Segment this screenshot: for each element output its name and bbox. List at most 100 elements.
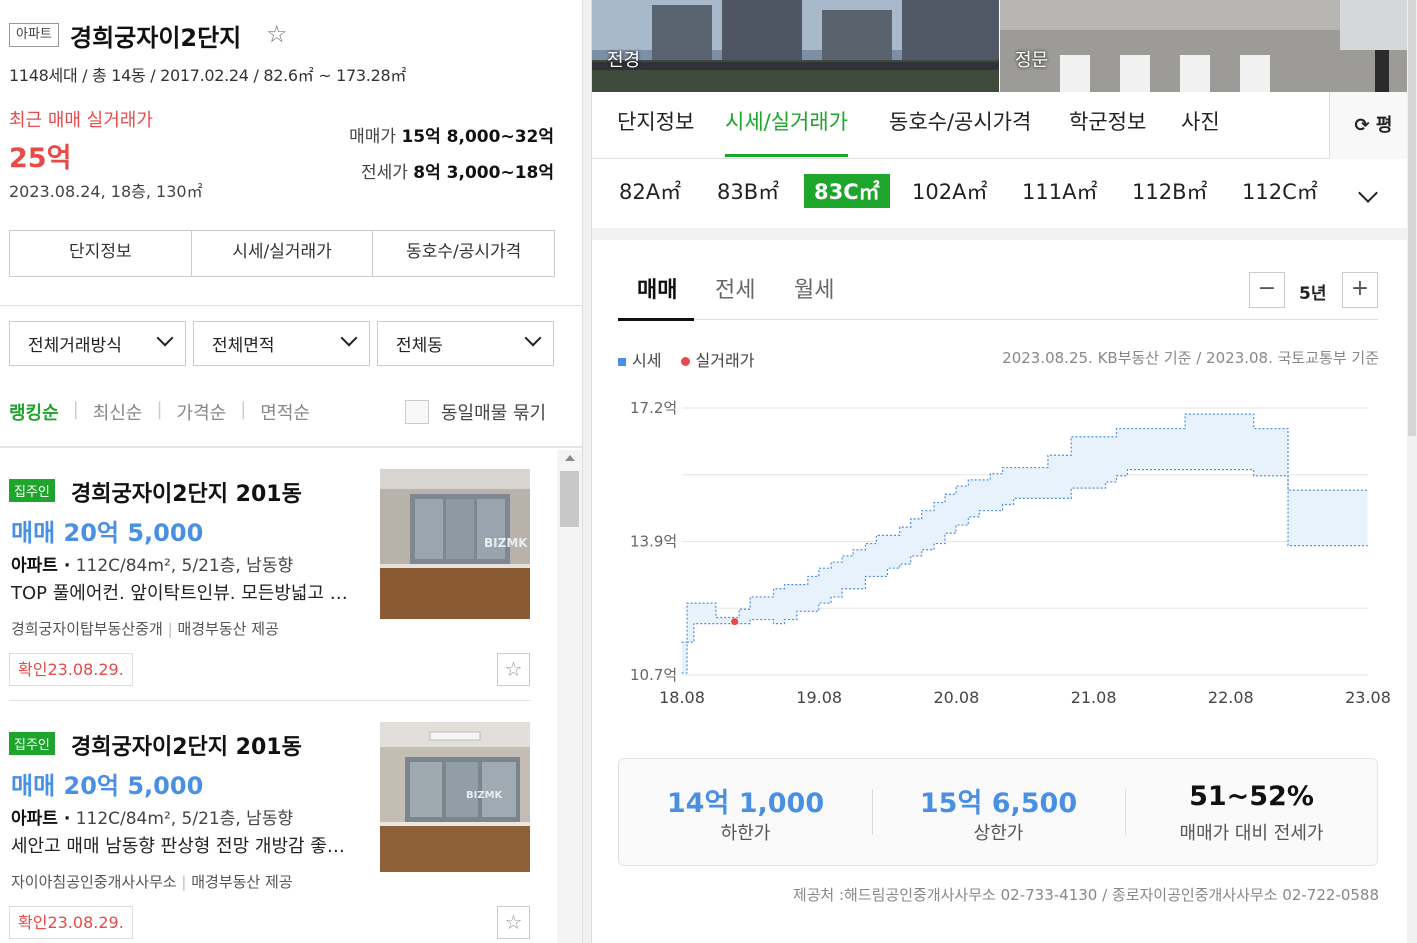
room-photo-image: BIZMK <box>380 469 530 619</box>
provider-name: 매경부동산 제공 <box>177 620 279 638</box>
page-scrollbar[interactable] <box>1407 0 1417 943</box>
area-option[interactable]: 111A㎡ <box>1012 174 1107 208</box>
summary-value: 15억 6,500 <box>919 788 1078 819</box>
area-option[interactable]: 82A㎡ <box>609 174 691 208</box>
market-price-lower-line <box>681 469 1368 674</box>
area-option-selected[interactable]: 83C㎡ <box>804 174 890 208</box>
dropdown-label: 전체면적 <box>212 336 275 356</box>
confirm-date-badge: 확인23.08.29. <box>9 653 133 686</box>
area-option[interactable]: 102A㎡ <box>902 174 997 208</box>
price-chart[interactable]: 17.2억 13.9억 10.7억 18.08 19.08 20.08 21.08 22.08… <box>618 390 1393 720</box>
tab-monthly-rent[interactable]: 월세 <box>794 272 834 318</box>
legend-actual-swatch <box>680 357 690 366</box>
listing-spec: 아파트 · 112C/84m², 5/21층, 남동향 <box>11 551 293 576</box>
sort-latest[interactable]: 최신순 <box>93 399 157 425</box>
listing-spec-detail: 112C/84m², 5/21층, 남동향 <box>70 556 294 576</box>
tab-complex-info[interactable]: 단지정보 <box>617 106 694 154</box>
unit-toggle-button[interactable]: ⟳ 평 <box>1329 92 1417 159</box>
x-tick-label: 22.08 <box>1208 688 1254 707</box>
agency-name[interactable]: 자이아침공인중개사사무소 <box>11 873 177 891</box>
y-tick-label: 10.7억 <box>630 666 677 684</box>
sort-area[interactable]: 면적순 <box>260 399 324 425</box>
separator: | <box>72 399 79 420</box>
x-tick-label: 19.08 <box>796 688 842 707</box>
actual-trade-point <box>731 618 739 626</box>
chevron-down-icon <box>524 329 542 347</box>
listing-photo[interactable]: BIZMK <box>380 469 530 619</box>
sale-price-range: 매매가 15억 8,000~32억 <box>349 122 554 147</box>
photo-exterior[interactable]: 전경 <box>592 0 999 92</box>
scroll-thumb[interactable] <box>1408 0 1416 436</box>
area-dropdown[interactable]: 전체면적 <box>193 321 370 366</box>
owner-badge: 집주인 <box>9 732 55 755</box>
tab-jeonse[interactable]: 전세 <box>715 272 755 318</box>
photo-main-gate[interactable]: 정문 <box>1000 0 1417 92</box>
complex-meta: 1148세대 / 총 14동 / 2017.02.24 / 82.6㎡ ~ 17… <box>9 66 407 85</box>
dropdown-label: 전체거래방식 <box>28 336 122 356</box>
area-option[interactable]: 83B㎡ <box>707 174 789 208</box>
sort-ranking[interactable]: 랭킹순 <box>9 399 73 425</box>
sale-price-label: 매매가 <box>349 127 397 147</box>
jeonse-price-label: 전세가 <box>360 163 408 183</box>
group-same-listings-checkbox[interactable] <box>405 400 429 424</box>
complex-info-button[interactable]: 단지정보 <box>10 231 192 276</box>
summary-high: 15억 6,500 상한가 <box>872 759 1125 865</box>
tab-unit-price[interactable]: 동호수/공시가격 <box>889 106 1031 154</box>
section-divider <box>592 228 1417 240</box>
trade-type-dropdown[interactable]: 전체거래방식 <box>9 321 186 366</box>
x-tick-label: 23.08 <box>1345 688 1391 707</box>
price-history-button[interactable]: 시세/실거래가 <box>192 231 374 276</box>
listing-description: 세안고 매매 남동향 판상형 전망 개방감 좋은 세대 <box>11 836 361 857</box>
listing-item[interactable]: 집주인 경희궁자이2단지 201동 매매 20억 5,000 아파트 · 112… <box>9 469 549 716</box>
agency-name[interactable]: 경희궁자이탑부동산중개 <box>11 620 163 638</box>
unit-price-button[interactable]: 동호수/공시가격 <box>373 231 554 276</box>
tab-price-history[interactable]: 시세/실거래가 <box>725 106 848 157</box>
period-decrease-button[interactable]: − <box>1249 272 1285 308</box>
jeonse-price-range: 전세가 8억 3,000~18억 <box>361 158 554 183</box>
photo-watermark: BIZMK <box>484 536 528 550</box>
tab-sale[interactable]: 매매 <box>618 272 695 321</box>
area-option[interactable]: 112B㎡ <box>1122 174 1218 208</box>
building-dropdown[interactable]: 전체동 <box>377 321 554 366</box>
tab-photos[interactable]: 사진 <box>1181 106 1220 154</box>
unit-label: 평 <box>1375 115 1393 136</box>
legend-market-swatch <box>618 357 626 366</box>
listing-description: TOP 풀에어컨. 앞이탁트인뷰. 모든방넓고 채광좋음 <box>11 583 361 604</box>
listing-title[interactable]: 경희궁자이2단지 201동 <box>71 476 302 508</box>
favorite-star-icon[interactable]: ☆ <box>497 906 530 939</box>
listing-source: 자이아침공인중개사사무소 | 매경부동산 제공 <box>11 871 293 892</box>
summary-low: 14억 1,000 하한가 <box>619 759 872 865</box>
provider-name: 매경부동산 제공 <box>191 873 293 891</box>
listing-title[interactable]: 경희궁자이2단지 201동 <box>71 729 302 761</box>
favorite-star-icon[interactable]: ☆ <box>497 653 530 686</box>
tab-school[interactable]: 학군정보 <box>1069 106 1146 154</box>
y-tick-label: 17.2억 <box>630 399 677 417</box>
period-value: 5년 <box>1299 284 1327 304</box>
period-increase-button[interactable]: + <box>1342 272 1378 308</box>
x-tick-label: 20.08 <box>933 688 979 707</box>
recent-trade-price: 25억 <box>9 143 72 174</box>
listing-source: 경희궁자이탑부동산중개 | 매경부동산 제공 <box>11 618 279 639</box>
recent-trade-label: 최근 매매 실거래가 <box>9 110 153 131</box>
chevron-down-icon[interactable] <box>1358 183 1378 203</box>
listing-panel: 아파트 경희궁자이2단지 ☆ 1148세대 / 총 14동 / 2017.02.… <box>0 0 583 943</box>
scroll-up-arrow-icon[interactable] <box>565 455 575 461</box>
legend-actual-label: 실거래가 <box>695 351 755 370</box>
listing-type: 아파트 · <box>11 809 71 829</box>
listing-price: 매매 20억 5,000 <box>11 772 204 800</box>
x-tick-label: 21.08 <box>1071 688 1117 707</box>
listing-item[interactable]: 집주인 경희궁자이2단지 201동 매매 20억 5,000 아파트 · 112… <box>9 722 549 943</box>
sort-price[interactable]: 가격순 <box>177 399 241 425</box>
summary-value: 51~52% <box>1189 781 1314 812</box>
listing-photo[interactable]: BIZMK <box>380 722 530 872</box>
area-selector: 82A㎡ 83B㎡ 83C㎡ 102A㎡ 111A㎡ 112B㎡ 112C㎡ <box>592 160 1417 228</box>
area-option[interactable]: 112C㎡ <box>1232 174 1328 208</box>
scroll-thumb[interactable] <box>560 471 579 527</box>
favorite-star-icon[interactable]: ☆ <box>266 20 288 48</box>
refresh-icon: ⟳ <box>1354 115 1370 136</box>
x-tick-label: 18.08 <box>659 688 705 707</box>
jeonse-price-value: 8억 3,000~18억 <box>413 163 554 183</box>
dropdown-label: 전체동 <box>396 336 443 356</box>
listing-type: 아파트 · <box>11 556 71 576</box>
chevron-down-icon <box>156 329 174 347</box>
